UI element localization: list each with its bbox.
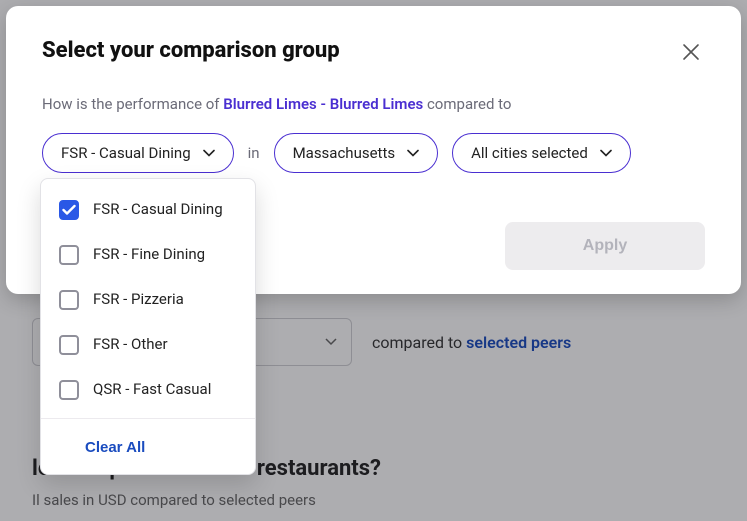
modal-actions: Apply xyxy=(505,222,705,270)
filter-row: FSR - Casual Dining in Massachusetts All… xyxy=(42,133,705,173)
option-label: FSR - Other xyxy=(93,334,168,354)
checkbox[interactable] xyxy=(59,200,79,220)
checkbox[interactable] xyxy=(59,335,79,355)
cities-filter[interactable]: All cities selected xyxy=(452,133,631,173)
segment-option[interactable]: FSR - Fine Dining xyxy=(41,232,255,277)
in-text: in xyxy=(248,144,260,162)
checkbox[interactable] xyxy=(59,245,79,265)
segment-option[interactable]: FSR - Other xyxy=(41,322,255,367)
segment-filter-label: FSR - Casual Dining xyxy=(61,144,191,162)
chevron-down-icon xyxy=(600,149,612,157)
cities-filter-label: All cities selected xyxy=(471,144,588,162)
option-label: FSR - Casual Dining xyxy=(93,199,223,219)
checkbox[interactable] xyxy=(59,290,79,310)
clear-all-button[interactable]: Clear All xyxy=(59,439,145,456)
lead-suffix: compared to xyxy=(423,95,511,113)
lead-text: How is the performance of Blurred Limes … xyxy=(42,95,705,113)
check-icon xyxy=(62,204,76,216)
modal-header: Select your comparison group xyxy=(42,38,705,69)
segment-option[interactable]: FSR - Casual Dining xyxy=(41,187,255,232)
clear-row: Clear All xyxy=(41,418,255,474)
option-label: QSR - Fast Casual xyxy=(93,379,211,399)
chevron-down-icon xyxy=(407,149,419,157)
close-icon xyxy=(681,42,701,62)
segment-filter[interactable]: FSR - Casual Dining xyxy=(42,133,234,173)
apply-button[interactable]: Apply xyxy=(505,222,705,270)
option-label: FSR - Fine Dining xyxy=(93,244,205,264)
segment-option[interactable]: QSR - Fast Casual xyxy=(41,367,255,412)
brand-name: Blurred Limes - Blurred Limes xyxy=(223,95,423,113)
chevron-down-icon xyxy=(203,149,215,157)
segment-option[interactable]: FSR - Pizzeria xyxy=(41,277,255,322)
lead-prefix: How is the performance of xyxy=(42,95,223,113)
close-button[interactable] xyxy=(677,38,705,69)
modal-title: Select your comparison group xyxy=(42,38,340,63)
region-filter-label: Massachusetts xyxy=(293,144,396,162)
region-filter[interactable]: Massachusetts xyxy=(274,133,439,173)
segment-dropdown: FSR - Casual Dining FSR - Fine Dining FSR … xyxy=(40,178,256,475)
option-label: FSR - Pizzeria xyxy=(93,289,184,309)
checkbox[interactable] xyxy=(59,380,79,400)
